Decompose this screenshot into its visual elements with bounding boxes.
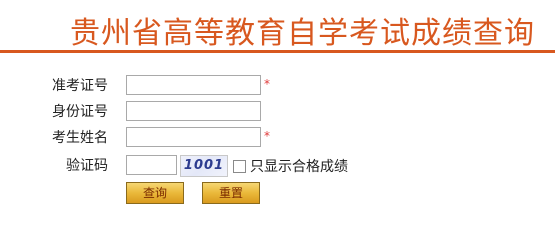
captcha-label: 验证码 — [66, 158, 108, 174]
id-number-input[interactable] — [126, 101, 261, 121]
name-input[interactable] — [126, 127, 261, 147]
page-title: 贵州省高等教育自学考试成绩查询 — [70, 16, 535, 51]
id-number-row: 身份证号 — [0, 101, 555, 123]
required-mark: * — [264, 77, 270, 91]
name-label: 考生姓名 — [52, 130, 108, 146]
title-divider — [0, 50, 555, 53]
exam-number-input[interactable] — [126, 75, 261, 95]
name-row: 考生姓名 * — [0, 127, 555, 149]
exam-number-label: 准考证号 — [52, 78, 108, 94]
button-row: 查询 重置 — [0, 182, 555, 204]
reset-button[interactable]: 重置 — [202, 182, 260, 204]
id-number-label: 身份证号 — [52, 104, 108, 120]
required-mark: * — [264, 129, 270, 143]
exam-number-row: 准考证号 * — [0, 75, 555, 97]
captcha-row: 验证码 1001 只显示合格成绩 — [0, 155, 555, 177]
pass-only-checkbox[interactable] — [233, 159, 246, 173]
captcha-image[interactable]: 1001 — [180, 155, 228, 177]
pass-only-label: 只显示合格成绩 — [250, 159, 348, 175]
captcha-input[interactable] — [126, 155, 177, 175]
pass-only-option[interactable]: 只显示合格成绩 — [233, 155, 348, 177]
query-button[interactable]: 查询 — [126, 182, 184, 204]
